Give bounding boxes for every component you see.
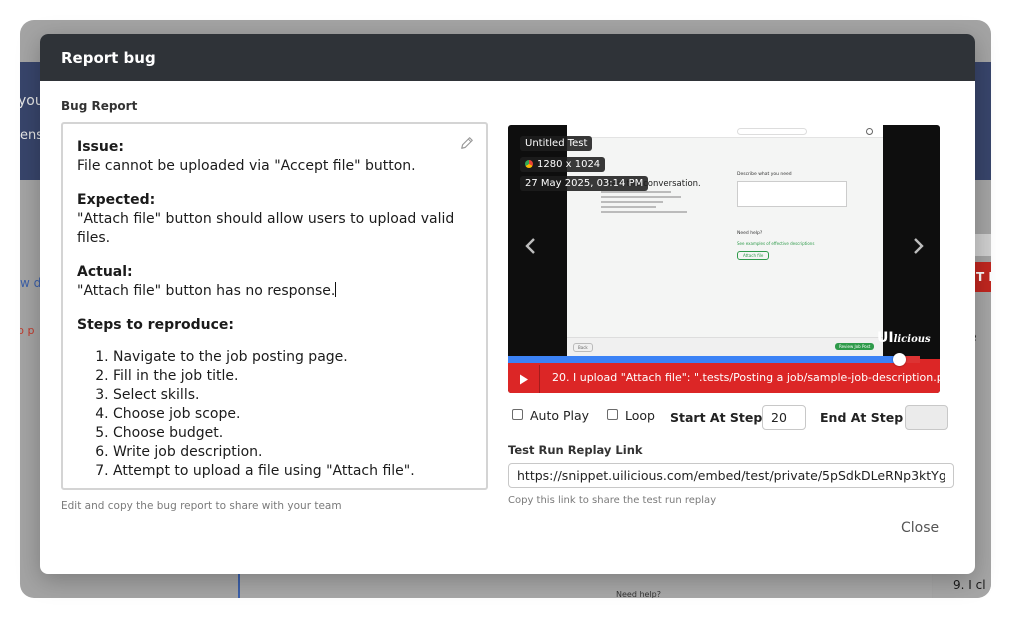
actual-label: Actual: bbox=[77, 264, 133, 280]
expected-section: Expected: "Attach file" button should al… bbox=[77, 191, 472, 248]
report-bug-modal: Report bug Bug Report Issue: File cannot… bbox=[40, 34, 975, 574]
next-arrow-icon[interactable] bbox=[910, 236, 926, 256]
test-name-chip: Untitled Test bbox=[520, 136, 593, 151]
play-icon bbox=[519, 374, 528, 384]
step-item: Attempt to upload a file using "Attach f… bbox=[113, 462, 472, 481]
bug-report-label: Bug Report bbox=[61, 99, 138, 113]
modal-header: Report bug bbox=[40, 34, 975, 81]
background-header-band bbox=[20, 62, 40, 180]
test-replay-player[interactable]: Start the conversation. Describe what yo… bbox=[508, 125, 940, 393]
mini-help-link: See examples of effective descriptions bbox=[737, 241, 815, 246]
loop-checkbox[interactable] bbox=[607, 409, 618, 420]
mini-help-heading: Need help? bbox=[737, 231, 763, 236]
step-item: Choose budget. bbox=[113, 424, 472, 443]
mini-avatar bbox=[866, 128, 873, 135]
steps-section: Steps to reproduce: Navigate to the job … bbox=[77, 316, 472, 481]
steps-label: Steps to reproduce: bbox=[77, 317, 235, 333]
replay-link-input[interactable] bbox=[508, 463, 954, 488]
replay-screen: Start the conversation. Describe what yo… bbox=[567, 125, 883, 359]
step-item: Select skills. bbox=[113, 386, 472, 405]
resolution-chip: 1280 x 1024 bbox=[520, 157, 606, 172]
background-tab-strip bbox=[975, 234, 991, 256]
progress-fill bbox=[508, 356, 899, 363]
issue-label: Issue: bbox=[77, 139, 124, 155]
mini-textarea bbox=[737, 181, 847, 207]
mini-back-button: Back bbox=[573, 343, 593, 352]
start-step-input[interactable] bbox=[762, 405, 806, 430]
background-right-band bbox=[975, 62, 991, 180]
progress-knob[interactable] bbox=[893, 353, 906, 366]
issue-section: Issue: File cannot be uploaded via "Acce… bbox=[77, 138, 472, 176]
expected-text: "Attach file" button should allow users … bbox=[77, 211, 455, 246]
step-item: Write job description. bbox=[113, 443, 472, 462]
autoplay-checkbox[interactable] bbox=[512, 409, 523, 420]
background-text: w d bbox=[20, 276, 42, 290]
background-text: Need help? bbox=[616, 590, 661, 598]
issue-text: File cannot be uploaded via "Accept file… bbox=[77, 158, 416, 174]
background-content-panel bbox=[238, 572, 932, 598]
text-cursor bbox=[335, 282, 337, 297]
background-text: b p bbox=[20, 324, 35, 337]
mini-navbar bbox=[567, 125, 883, 138]
step-item: Navigate to the job posting page. bbox=[113, 348, 472, 367]
play-separator bbox=[539, 365, 540, 393]
end-step-label: End At Step bbox=[820, 410, 904, 425]
report-hint: Edit and copy the bug report to share wi… bbox=[61, 500, 342, 512]
replay-link-label: Test Run Replay Link bbox=[508, 443, 643, 457]
close-button[interactable]: Close bbox=[901, 520, 939, 536]
mini-bullets bbox=[601, 191, 691, 219]
background-text: T F bbox=[976, 270, 991, 284]
steps-list: Navigate to the job posting page.Fill in… bbox=[77, 348, 472, 481]
previous-arrow-icon[interactable] bbox=[523, 236, 539, 256]
bug-report-editor[interactable]: Issue: File cannot be uploaded via "Acce… bbox=[61, 122, 488, 490]
loop-label[interactable]: Loop bbox=[625, 408, 655, 423]
mini-next-button: Review Job Post bbox=[835, 343, 875, 350]
end-step-input[interactable] bbox=[905, 405, 948, 430]
mini-right-heading: Describe what you need bbox=[737, 172, 792, 177]
chrome-icon bbox=[525, 160, 533, 168]
expected-label: Expected: bbox=[77, 192, 156, 208]
pencil-icon[interactable] bbox=[460, 136, 474, 150]
timestamp-chip: 27 May 2025, 03:14 PM bbox=[520, 176, 649, 191]
actual-section: Actual: "Attach file" button has no resp… bbox=[77, 263, 472, 301]
step-item: Choose job scope. bbox=[113, 405, 472, 424]
current-step-caption: 20. I upload "Attach file": ".tests/Post… bbox=[552, 371, 940, 384]
actual-text: "Attach file" button has no response. bbox=[77, 282, 337, 299]
mini-search bbox=[737, 128, 807, 135]
start-step-label: Start At Step bbox=[670, 410, 763, 425]
autoplay-label[interactable]: Auto Play bbox=[530, 408, 589, 423]
modal-title: Report bug bbox=[61, 48, 156, 67]
step-item: Fill in the job title. bbox=[113, 367, 472, 386]
play-button[interactable] bbox=[508, 365, 539, 393]
replay-link-hint: Copy this link to share the test run rep… bbox=[508, 495, 717, 506]
mini-attach-button: Attach file bbox=[737, 251, 770, 260]
background-list-item: 9. I cl bbox=[953, 578, 986, 592]
uilicious-watermark: UIlicious bbox=[877, 330, 931, 346]
